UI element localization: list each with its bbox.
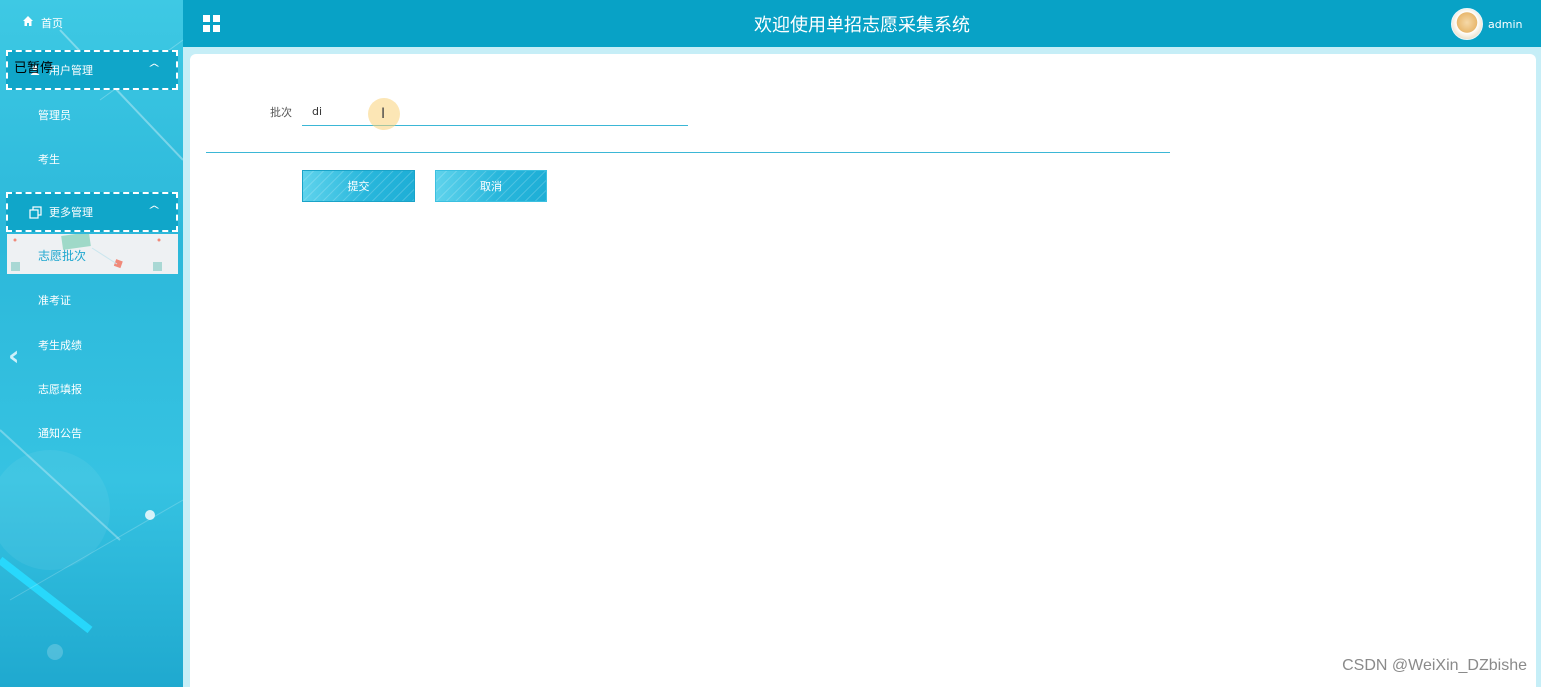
sidebar-item-label: 志愿批次 [38, 249, 87, 263]
chevron-up-icon: ^ [147, 63, 161, 74]
batch-label: 批次 [270, 106, 292, 119]
top-header: 欢迎使用单招志愿采集系统 admin [183, 0, 1541, 47]
active-item-decoration [11, 234, 162, 271]
menu-group-label: 用户管理 [49, 64, 93, 77]
menu-group-label: 更多管理 [49, 206, 93, 219]
paused-overlay-label: 已暂停 [14, 61, 54, 76]
cancel-button[interactable]: 取消 [435, 170, 547, 202]
copy-icon [28, 205, 42, 219]
sidebar-decoration [0, 29, 183, 660]
sidebar-item-label: 首页 [41, 16, 63, 30]
sidebar-item-admission-ticket[interactable]: 准考证 [38, 292, 71, 308]
watermark: CSDN @WeiXin_DZbishe [1342, 657, 1527, 674]
batch-input[interactable] [302, 98, 688, 126]
submit-button[interactable]: 提交 [302, 170, 415, 202]
sidebar-item-notices[interactable]: 通知公告 [38, 425, 82, 441]
chevron-up-icon: ^ [147, 205, 161, 216]
sidebar-item-volunteer-batch[interactable]: 志愿批次 [7, 234, 178, 274]
collapse-arrow-icon[interactable]: ‹ [8, 339, 20, 372]
sidebar-item-exam-scores[interactable]: 考生成绩 [38, 337, 82, 353]
username[interactable]: admin [1488, 18, 1522, 31]
sidebar-item-admin[interactable]: 管理员 [38, 107, 71, 123]
sidebar-item-volunteer-fill[interactable]: 志愿填报 [38, 381, 82, 397]
form-divider [206, 152, 1170, 153]
menu-group-more-management[interactable]: 更多管理 ^ [6, 192, 178, 232]
text-cursor-icon: I [381, 106, 386, 122]
avatar[interactable] [1451, 8, 1483, 40]
sidebar: 首页 用户管理 ^ 已暂停 管理员 考生 更多管理 ^ 志愿批次 准考证 考生成… [0, 0, 183, 687]
sidebar-item-home[interactable]: 首页 [0, 0, 183, 45]
page-title: 欢迎使用单招志愿采集系统 [754, 15, 970, 36]
home-icon [22, 15, 34, 30]
sidebar-item-examinee[interactable]: 考生 [38, 151, 60, 167]
form-card [190, 54, 1536, 687]
